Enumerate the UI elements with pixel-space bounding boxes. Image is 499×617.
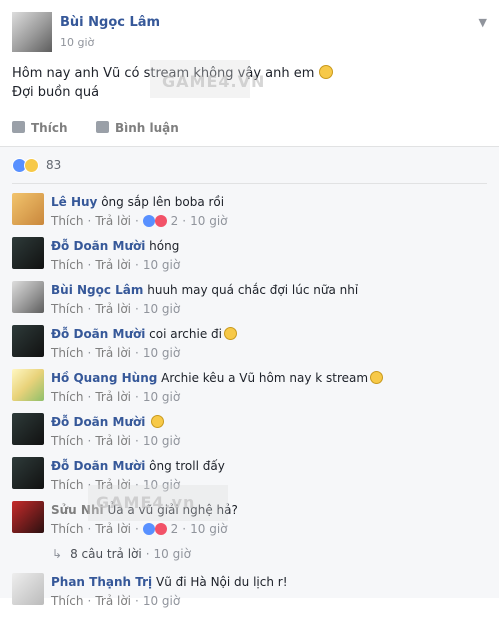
comment-time[interactable]: 10 giờ [143, 390, 180, 404]
commenter-name[interactable]: Bùi Ngọc Lâm [51, 283, 143, 297]
comment-reply-link[interactable]: Trả lời [95, 390, 131, 404]
comment-time[interactable]: 10 giờ [190, 522, 227, 536]
comment-like-link[interactable]: Thích [51, 478, 83, 492]
comment-like-link[interactable]: Thích [51, 594, 83, 608]
commenter-name[interactable]: Đỗ Doãn Mười [51, 459, 145, 473]
commenter-avatar[interactable] [12, 573, 44, 605]
comment-reply-link[interactable]: Trả lời [95, 594, 131, 608]
comment-text: huuh may quá chắc đợi lúc nữa nhỉ [147, 283, 359, 297]
comment-item: Phan Thạnh Trị Vũ đi Hà Nội du lịch r! T… [0, 573, 499, 617]
comment-item: Lê Huy ông sắp lên boba rồi Thích · Trả lờ… [0, 193, 499, 237]
comments-panel: 83 Lê Huy ông sắp lên boba rồi Thích · Trả… [0, 146, 499, 608]
comment-item: Sửu Nhi Ủa a vũ giải nghệ hả? Thích · Trả … [0, 501, 499, 545]
commenter-avatar[interactable] [12, 237, 44, 269]
comment-like-link[interactable]: Thích [51, 258, 83, 272]
comment-text: coi archie đi [149, 327, 222, 341]
comment-time[interactable]: 10 giờ [143, 346, 180, 360]
like-reaction-icon [142, 215, 155, 227]
commenter-avatar[interactable] [12, 281, 44, 313]
divider [12, 183, 487, 184]
comment-reply-link[interactable]: Trả lời [95, 434, 131, 448]
angry-reaction-icon [154, 523, 167, 535]
comment-time[interactable]: 10 giờ [143, 434, 180, 448]
replies-count: 8 câu trả lời [70, 547, 142, 561]
comment-like-link[interactable]: Thích [51, 390, 83, 404]
reply-arrow-icon: ↳ [52, 547, 63, 561]
commenter-avatar[interactable] [12, 457, 44, 489]
watermark: GAME4.VN [162, 72, 266, 91]
sad-reaction-icon [24, 158, 39, 173]
unamused-emoji-icon [151, 415, 165, 428]
post-header: Bùi Ngọc Lâm 10 giờ ▼ [12, 12, 487, 54]
comment-reply-link[interactable]: Trả lời [95, 522, 131, 536]
comment-reply-link[interactable]: Trả lời [95, 346, 131, 360]
post-author[interactable]: Bùi Ngọc Lâm [60, 15, 160, 30]
comment-reaction-count[interactable]: 2 [171, 522, 179, 536]
comment-item: Đỗ Doãn Mười hóng Thích · Trả lời · 10 giờ [0, 237, 499, 281]
commenter-avatar[interactable] [12, 325, 44, 357]
comment-like-link[interactable]: Thích [51, 302, 83, 316]
commenter-name[interactable]: Phan Thạnh Trị [51, 575, 152, 589]
comment-time[interactable]: 10 giờ [143, 302, 180, 316]
comment-button[interactable]: Bình luận [96, 121, 179, 135]
frown-emoji-icon [318, 65, 333, 79]
comment-time[interactable]: 10 giờ [143, 594, 180, 608]
comment-item: Đỗ Doãn Mười coi archie đi Thích · Trả lời… [0, 325, 499, 369]
watermark: GAME4.vn [96, 493, 196, 512]
post-timestamp[interactable]: 10 giờ [60, 36, 94, 49]
replies-time: 10 giờ [153, 547, 191, 561]
like-label: Thích [31, 121, 68, 135]
comment-text: Archie kêu a Vũ hôm nay k stream [161, 371, 369, 385]
tongue-emoji-icon [223, 327, 237, 340]
commenter-name[interactable]: Đỗ Doãn Mười [51, 415, 145, 429]
like-reaction-icon [142, 523, 155, 535]
comment-label: Bình luận [115, 121, 179, 135]
comment-item: Đỗ Doãn Mười Thích · Trả lời · 10 giờ [0, 413, 499, 457]
angry-reaction-icon [154, 215, 167, 227]
reaction-count: 83 [46, 158, 62, 172]
tongue-emoji-icon [370, 371, 384, 384]
thumbs-up-icon [12, 121, 25, 133]
commenter-avatar[interactable] [12, 369, 44, 401]
facebook-post: Bùi Ngọc Lâm 10 giờ ▼ Hôm nay anh Vũ có … [0, 0, 499, 608]
comment-text: hóng [149, 239, 180, 253]
commenter-name[interactable]: Lê Huy [51, 195, 97, 209]
comment-item: Đỗ Doãn Mười ông troll đấy Thích · Trả lời… [0, 457, 499, 501]
comment-icon [96, 121, 109, 133]
comment-reply-link[interactable]: Trả lời [95, 214, 131, 228]
author-avatar[interactable] [12, 12, 52, 52]
comment-time[interactable]: 10 giờ [143, 258, 180, 272]
comment-like-link[interactable]: Thích [51, 434, 83, 448]
commenter-name[interactable]: Hồ Quang Hùng [51, 371, 157, 385]
commenter-name[interactable]: Đỗ Doãn Mười [51, 327, 145, 341]
comment-text: Vũ đi Hà Nội du lịch r! [155, 575, 288, 589]
commenter-avatar[interactable] [12, 193, 44, 225]
view-replies-link[interactable]: ↳ 8 câu trả lời · 10 giờ [52, 547, 191, 561]
comment-like-link[interactable]: Thích [51, 214, 83, 228]
comment-like-link[interactable]: Thích [51, 346, 83, 360]
comment-reply-link[interactable]: Trả lời [95, 258, 131, 272]
commenter-name[interactable]: Đỗ Doãn Mười [51, 239, 145, 253]
comment-item: Hồ Quang Hùng Archie kêu a Vũ hôm nay k … [0, 369, 499, 413]
comment-text: ông troll đấy [149, 459, 225, 473]
comment-reply-link[interactable]: Trả lời [95, 302, 131, 316]
comment-text: ông sắp lên boba rồi [101, 195, 225, 209]
commenter-avatar[interactable] [12, 413, 44, 445]
chevron-down-icon[interactable]: ▼ [479, 16, 487, 29]
comment-item: Bùi Ngọc Lâm huuh may quá chắc đợi lúc n… [0, 281, 499, 325]
commenter-avatar[interactable] [12, 501, 44, 533]
comment-like-link[interactable]: Thích [51, 522, 83, 536]
comment-reaction-count[interactable]: 2 [171, 214, 179, 228]
action-bar: Thích Bình luận [0, 118, 499, 144]
like-button[interactable]: Thích [12, 121, 68, 135]
comment-time[interactable]: 10 giờ [190, 214, 227, 228]
